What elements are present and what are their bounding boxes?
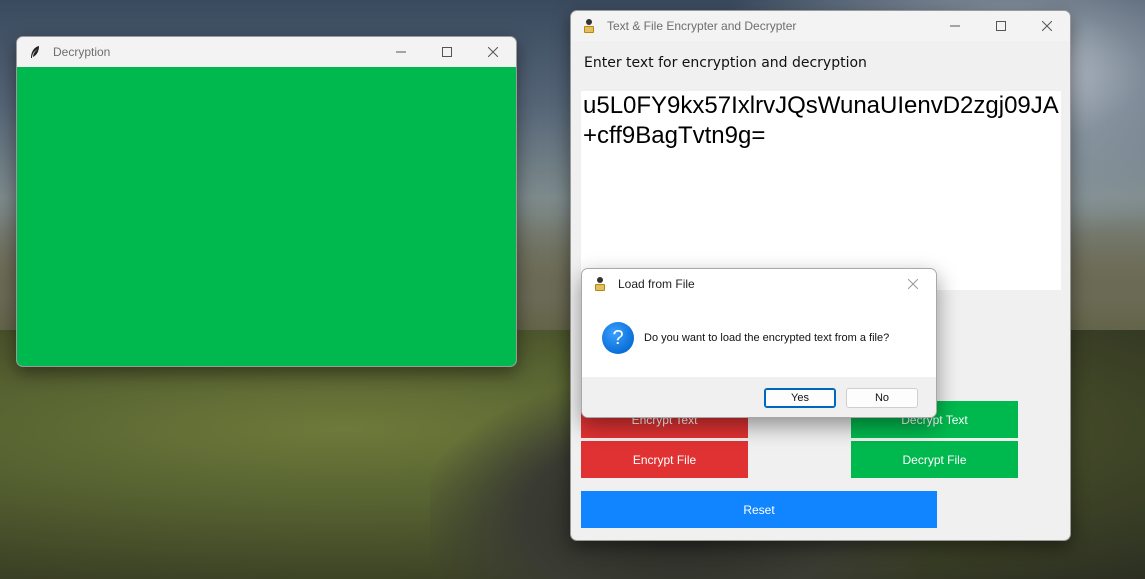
window-title: Text & File Encrypter and Decrypter xyxy=(607,19,797,33)
minimize-icon[interactable] xyxy=(932,11,978,41)
decryption-canvas xyxy=(17,67,516,366)
no-button[interactable]: No xyxy=(846,388,918,408)
maximize-icon[interactable] xyxy=(978,11,1024,41)
prompt-label: Enter text for encryption and decryption xyxy=(584,55,867,71)
dialog-title: Load from File xyxy=(618,276,695,291)
decryption-window[interactable]: Decryption xyxy=(16,36,517,367)
dialog-message: Do you want to load the encrypted text f… xyxy=(644,332,890,344)
text-input-area[interactable]: u5L0FY9kx57IxlrvJQsWunaUIenvD2zgj09JA+cf… xyxy=(581,91,1061,290)
close-icon[interactable] xyxy=(470,37,516,67)
maximize-icon[interactable] xyxy=(424,37,470,67)
dialog-body: ? Do you want to load the encrypted text… xyxy=(582,298,936,377)
load-from-file-dialog[interactable]: Load from File ? Do you want to load the… xyxy=(581,268,937,418)
lock-person-icon xyxy=(581,18,597,34)
dialog-footer: Yes No xyxy=(582,377,936,417)
yes-button[interactable]: Yes xyxy=(764,388,836,408)
question-icon: ? xyxy=(602,322,634,354)
reset-button[interactable]: Reset xyxy=(581,491,937,528)
lock-person-icon xyxy=(592,276,608,292)
encrypt-file-button[interactable]: Encrypt File xyxy=(581,441,748,478)
window-title: Decryption xyxy=(53,45,111,59)
feather-icon xyxy=(27,44,43,60)
close-icon[interactable] xyxy=(890,269,936,299)
decrypt-file-button[interactable]: Decrypt File xyxy=(851,441,1018,478)
main-titlebar[interactable]: Text & File Encrypter and Decrypter xyxy=(571,11,1070,41)
dialog-titlebar[interactable]: Load from File xyxy=(582,269,936,298)
close-icon[interactable] xyxy=(1024,11,1070,41)
decryption-titlebar[interactable]: Decryption xyxy=(17,37,516,67)
minimize-icon[interactable] xyxy=(378,37,424,67)
